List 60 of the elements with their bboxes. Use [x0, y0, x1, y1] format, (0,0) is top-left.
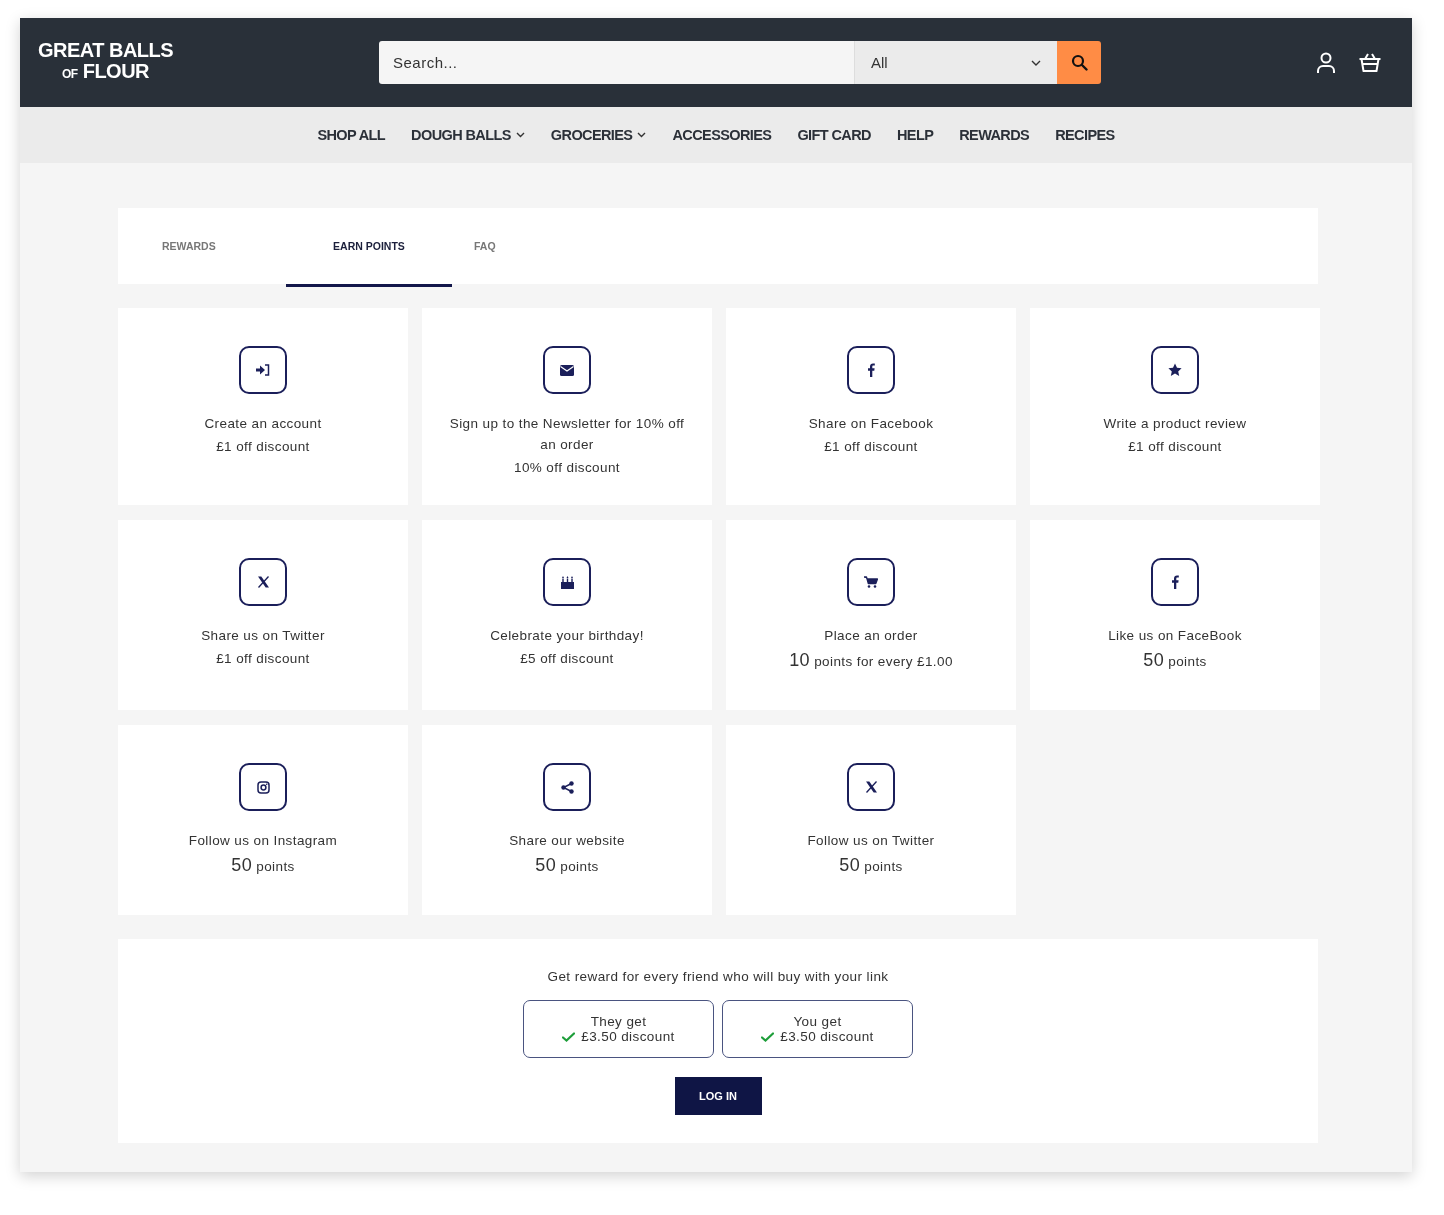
check-icon	[562, 1031, 576, 1042]
card-title: Like us on FaceBook	[1108, 627, 1242, 645]
cake-icon[interactable]	[543, 558, 591, 606]
nav-link[interactable]: HELP	[896, 127, 934, 143]
referral-text: Get reward for every friend who will buy with your link	[547, 969, 889, 984]
card-title: Share our website	[509, 832, 625, 850]
reward-text: 10% off discount	[514, 460, 620, 475]
card-title: Write a product review	[1103, 415, 1247, 433]
reward-text: £5 off discount	[520, 651, 614, 666]
reward-points: 50 points	[839, 855, 903, 876]
card-title: Share us on Twitter	[201, 627, 325, 645]
reward-text: £1 off discount	[216, 439, 310, 454]
share-icon[interactable]	[543, 763, 591, 811]
account-icon[interactable]	[1316, 51, 1336, 74]
reward-text: £1 off discount	[1128, 439, 1222, 454]
reward-text: £1 off discount	[824, 439, 918, 454]
card-title: Create an account	[204, 415, 322, 433]
card-title: Follow us on Twitter	[807, 832, 935, 850]
tab[interactable]: FAQ	[452, 208, 598, 287]
chevron-down-icon	[637, 132, 647, 138]
check-icon	[761, 1031, 775, 1042]
login-button[interactable]: LOG IN	[674, 1077, 762, 1115]
reward-text: £1 off discount	[216, 651, 310, 666]
reward-points: 50 points	[535, 855, 599, 876]
card-title: Follow us on Instagram	[188, 832, 338, 850]
basket-icon[interactable]	[1358, 51, 1382, 74]
tab[interactable]: EARN POINTS	[286, 208, 452, 287]
nav-link[interactable]: SHOP ALL	[317, 127, 386, 143]
nav-link[interactable]: GROCERIES	[550, 127, 647, 143]
nav-link[interactable]: GIFT CARD	[797, 127, 871, 143]
reward-label: You get	[793, 1014, 842, 1029]
reward-amount: £3.50 discount	[581, 1029, 675, 1044]
nav-link[interactable]: ACCESSORIES	[672, 127, 772, 143]
category-dropdown[interactable]: All	[854, 41, 1057, 84]
tab[interactable]: REWARDS	[140, 208, 286, 287]
reward-points: 50 points	[1143, 650, 1207, 671]
card-title: Celebrate your birthday!	[490, 627, 644, 645]
chevron-down-icon	[515, 132, 525, 138]
reward-amount: £3.50 discount	[780, 1029, 874, 1044]
reward-points: 10 points for every £1.00	[789, 650, 953, 671]
card-title: Place an order	[824, 627, 918, 645]
card-title: Sign up to the Newsletter for 10% off an order	[448, 415, 686, 454]
reward-label: They get	[590, 1014, 647, 1029]
card-title: Share on Facebook	[808, 415, 934, 433]
nav-link[interactable]: RECIPES	[1055, 127, 1115, 143]
search-field[interactable]: Search...	[379, 41, 854, 84]
facebook-icon[interactable]	[847, 346, 895, 394]
nav-link[interactable]: REWARDS	[959, 127, 1030, 143]
search-icon	[1070, 54, 1088, 71]
facebook-icon[interactable]	[1151, 558, 1199, 606]
reward-points: 50 points	[231, 855, 295, 876]
search-button[interactable]	[1057, 41, 1101, 84]
nav-link[interactable]: DOUGH BALLS	[411, 127, 525, 143]
cart-icon[interactable]	[847, 558, 895, 606]
login-icon[interactable]	[239, 346, 287, 394]
envelope-icon[interactable]	[543, 346, 591, 394]
x-logo-icon[interactable]	[847, 763, 895, 811]
x-logo-icon[interactable]	[239, 558, 287, 606]
instagram-icon[interactable]	[239, 763, 287, 811]
chevron-down-icon	[1031, 59, 1041, 66]
